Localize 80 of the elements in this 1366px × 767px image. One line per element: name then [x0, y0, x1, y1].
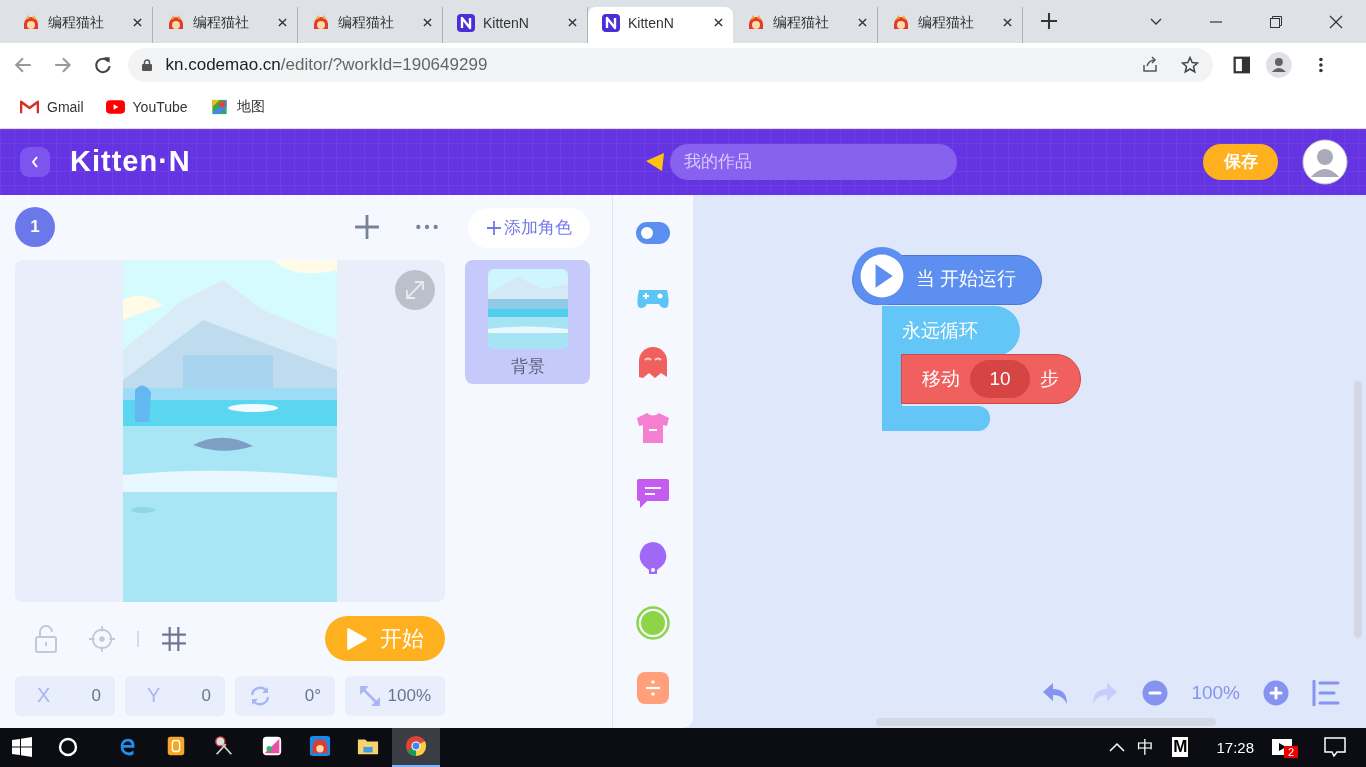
close-icon[interactable]	[714, 18, 723, 28]
share-icon[interactable]	[1140, 55, 1159, 74]
start-event-block[interactable]: 当 开始运行	[852, 245, 1042, 305]
rotate-icon	[249, 684, 271, 707]
plus-icon	[486, 219, 502, 236]
chevron-left-icon	[31, 155, 39, 168]
paint-app-icon	[261, 735, 283, 758]
scene-number[interactable]: 1	[15, 207, 55, 248]
tray-indicator[interactable]: M	[1172, 737, 1189, 758]
cat-mascot-icon	[892, 13, 910, 32]
video-play-icon	[105, 99, 125, 116]
back-icon[interactable]	[14, 55, 32, 74]
chevron-up-icon[interactable]	[1109, 742, 1126, 753]
tray-indicator[interactable]: 中	[1137, 736, 1155, 759]
side-panel-icon[interactable]	[1232, 55, 1251, 74]
scissors-icon	[213, 735, 235, 758]
logo: Kitten·N	[70, 145, 191, 179]
cat-mascot-icon	[22, 13, 40, 32]
lock-icon	[141, 58, 152, 71]
notebook-app-icon	[165, 735, 187, 758]
back-button[interactable]	[20, 146, 50, 177]
cat-mascot-icon	[312, 13, 330, 32]
property-field[interactable]: 0°	[235, 675, 335, 716]
browser-tab[interactable]: 编程猫社	[733, 6, 878, 43]
cat-mascot-icon	[167, 13, 185, 32]
chrome-icon	[405, 735, 427, 758]
move-block[interactable]: 移动 10 步	[901, 353, 1081, 404]
cat-mascot-icon	[747, 13, 765, 32]
property-field[interactable]: 100%	[345, 675, 445, 716]
bookmark[interactable]: 地图	[209, 98, 265, 117]
mail-icon	[20, 99, 39, 116]
property-field[interactable]: Y 0	[125, 675, 225, 716]
taskbar-app[interactable]	[392, 728, 440, 767]
close-icon[interactable]	[423, 18, 432, 28]
plus-icon[interactable]	[354, 214, 380, 241]
browser-tab[interactable]: 编程猫社	[878, 6, 1023, 43]
property-field[interactable]: X 0	[15, 675, 115, 716]
search-circle-icon[interactable]	[58, 737, 78, 758]
work-name-field[interactable]: 我的作品	[670, 143, 958, 180]
reload-icon[interactable]	[93, 55, 112, 74]
number-input[interactable]: 10	[970, 359, 1030, 398]
browser-tab[interactable]: KittenN	[588, 6, 733, 43]
profile-icon[interactable]	[1266, 51, 1293, 78]
close-icon[interactable]	[1329, 14, 1343, 29]
star-icon[interactable]	[1180, 55, 1199, 74]
restore-icon[interactable]	[1269, 14, 1283, 29]
close-icon[interactable]	[1003, 18, 1012, 28]
windows-start-icon[interactable]	[12, 737, 32, 758]
browser-tab[interactable]: KittenN	[443, 6, 588, 43]
bookmark[interactable]: YouTube	[105, 99, 188, 116]
address-bar[interactable]: kn.codemao.cn/editor/?workId=190649299	[127, 47, 1213, 82]
kitten-app-icon	[602, 13, 620, 32]
role-card[interactable]: 背景	[465, 259, 590, 384]
resize-arrow-icon	[359, 684, 381, 707]
bookmark[interactable]: Gmail	[20, 99, 84, 116]
grid-icon[interactable]	[161, 624, 187, 653]
notification-badge: 2	[1284, 746, 1299, 759]
user-avatar[interactable]	[1302, 138, 1348, 185]
zoom-level: 100%	[1191, 682, 1240, 704]
pencil-tip-icon	[646, 152, 667, 171]
zoom-in-icon[interactable]	[1262, 680, 1290, 706]
cat-mascot-icon	[309, 735, 331, 758]
close-icon[interactable]	[278, 18, 287, 28]
kitten-app-icon	[457, 13, 475, 32]
close-icon[interactable]	[133, 18, 142, 28]
forward-icon[interactable]	[53, 55, 72, 74]
clock: 17:28	[1216, 739, 1254, 756]
play-icon	[346, 626, 368, 651]
url-text: kn.codemao.cn/editor/?workId=190649299	[165, 54, 488, 75]
browser-tab[interactable]: 编程猫社	[8, 6, 153, 43]
browser-tab[interactable]: 编程猫社	[298, 6, 443, 43]
zoom-out-icon[interactable]	[1141, 680, 1170, 706]
close-icon[interactable]	[858, 18, 867, 28]
action-center-icon[interactable]	[1324, 737, 1346, 758]
map-icon	[209, 99, 229, 116]
add-role-button[interactable]: 添加角色	[468, 207, 590, 248]
browser-tab[interactable]: 编程猫社	[153, 6, 298, 43]
notification-tray[interactable]: 2	[1272, 732, 1304, 763]
new-tab-icon[interactable]	[1041, 12, 1057, 29]
close-icon[interactable]	[568, 18, 577, 28]
